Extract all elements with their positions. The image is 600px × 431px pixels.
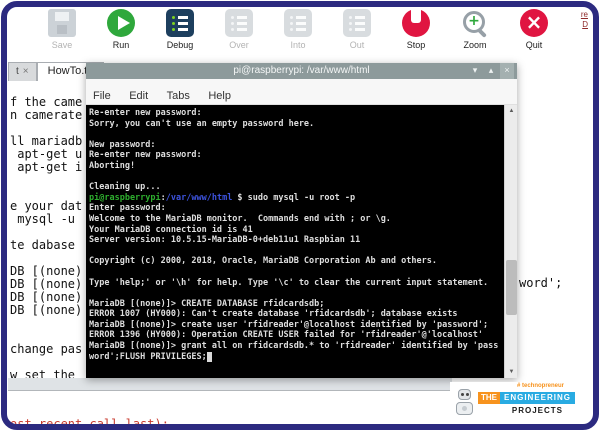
zoom-button[interactable]: Zoom	[458, 7, 492, 61]
terminal-line: word';FLUSH PRIVILEGES;	[89, 352, 501, 363]
pane-splitter[interactable]	[8, 378, 452, 391]
minimize-icon[interactable]: ▾	[468, 63, 482, 79]
terminal-menubar: File Edit Tabs Help	[86, 79, 517, 105]
editor-code-text[interactable]: f the came n camerate ll mariadb apt-get…	[10, 96, 82, 382]
terminal-line: Aborting!	[89, 161, 501, 172]
step-out-button[interactable]: Out	[340, 7, 374, 61]
run-icon	[107, 9, 135, 37]
scroll-down-icon[interactable]: ▼	[505, 366, 517, 378]
partial-link-text[interactable]: reD	[581, 10, 588, 30]
menu-help[interactable]: Help	[208, 90, 231, 102]
terminal-output[interactable]: ▲ ▼ Re-enter new password:Sorry, you can…	[86, 105, 517, 378]
step-into-icon	[284, 9, 312, 37]
save-button[interactable]: Save	[45, 7, 79, 61]
terminal-line: Server version: 10.5.15-MariaDB-0+deb11u…	[89, 235, 501, 246]
terminal-line: Sorry, you can't use an empty password h…	[89, 119, 501, 130]
terminal-line: Enter password:	[89, 203, 501, 214]
quit-button[interactable]: Quit	[517, 7, 551, 61]
step-over-icon	[225, 9, 253, 37]
step-into-button[interactable]: Into	[281, 7, 315, 61]
toolbar-button-label: Quit	[517, 40, 551, 50]
close-icon[interactable]: ×	[500, 63, 514, 79]
terminal-window: pi@raspberrypi: /var/www/html ▾ ▴ × File…	[86, 63, 517, 378]
toolbar-button-label: Over	[222, 40, 256, 50]
terminal-line	[89, 267, 501, 278]
terminal-line: Re-enter new password:	[89, 150, 501, 161]
terminal-line: MariaDB [(none)]> CREATE DATABASE rfidca…	[89, 299, 501, 310]
terminal-line	[89, 129, 501, 140]
terminal-line: Your MariaDB connection id is 41	[89, 225, 501, 236]
menu-file[interactable]: File	[93, 90, 111, 102]
menu-edit[interactable]: Edit	[129, 90, 148, 102]
tab-close-icon[interactable]: ×	[23, 66, 29, 77]
logo-engineering: ENGINEERING	[500, 392, 575, 404]
terminal-line	[89, 172, 501, 183]
scroll-up-icon[interactable]: ▲	[505, 105, 517, 117]
terminal-title: pi@raspberrypi: /var/www/html	[233, 65, 369, 76]
terminal-line: Copyright (c) 2000, 2018, Oracle, MariaD…	[89, 256, 501, 267]
run-button[interactable]: Run	[104, 7, 138, 61]
scrollbar-thumb[interactable]	[506, 260, 517, 315]
robot-icon	[454, 387, 476, 421]
toolbar-button-label: Run	[104, 40, 138, 50]
debug-button[interactable]: Debug	[163, 7, 197, 61]
menu-tabs[interactable]: Tabs	[167, 90, 190, 102]
save-icon	[48, 9, 76, 37]
partial-link-line1: re	[581, 10, 588, 19]
debug-icon	[166, 9, 194, 37]
terminal-line: Welcome to the MariaDB monitor. Commands…	[89, 214, 501, 225]
terminal-line	[89, 246, 501, 257]
stop-button[interactable]: Stop	[399, 7, 433, 61]
terminal-titlebar[interactable]: pi@raspberrypi: /var/www/html ▾ ▴ ×	[86, 63, 517, 79]
logo-the: THE	[478, 392, 500, 404]
zoom-icon	[461, 9, 489, 37]
terminal-line: ERROR 1396 (HY000): Operation CREATE USE…	[89, 330, 501, 341]
toolbar-button-label: Into	[281, 40, 315, 50]
terminal-line	[89, 288, 501, 299]
toolbar-button-label: Stop	[399, 40, 433, 50]
window-controls: ▾ ▴ ×	[468, 63, 514, 79]
terminal-line: MariaDB [(none)]> grant all on rfidcards…	[89, 341, 501, 352]
terminal-line: Cleaning up...	[89, 182, 501, 193]
engineering-projects-logo: # technopreneur THE ENGINEERING PROJECTS	[450, 382, 566, 425]
partial-link-line2: D	[582, 20, 588, 29]
terminal-line: pi@raspberrypi:/var/www/html $ sudo mysq…	[89, 193, 501, 204]
step-out-icon	[343, 9, 371, 37]
quit-icon	[520, 9, 548, 37]
terminal-line: MariaDB [(none)]> create user 'rfidreade…	[89, 320, 501, 331]
step-over-button[interactable]: Over	[222, 7, 256, 61]
terminal-line: New password:	[89, 140, 501, 151]
toolbar-button-label: Out	[340, 40, 374, 50]
tab-untitled[interactable]: t ×	[8, 62, 37, 81]
toolbar-button-label: Save	[45, 40, 79, 50]
screenshot-root: Save Run Debug Over Into Out Stop Zoom	[0, 0, 600, 431]
maximize-icon[interactable]: ▴	[484, 63, 498, 79]
tab-label: t	[16, 66, 19, 77]
terminal-scrollbar[interactable]: ▲ ▼	[504, 105, 517, 378]
terminal-line: Type 'help;' or '\h' for help. Type '\c'…	[89, 278, 501, 289]
toolbar-button-label: Zoom	[458, 40, 492, 50]
terminal-line: ERROR 1007 (HY000): Can't create databas…	[89, 309, 501, 320]
thonny-toolbar: Save Run Debug Over Into Out Stop Zoom	[8, 7, 592, 61]
logo-wordmark: THE ENGINEERING	[478, 392, 575, 404]
stop-icon	[402, 9, 430, 37]
editor-code-fragment: word';	[519, 277, 562, 290]
logo-tagline: # technopreneur	[517, 383, 564, 389]
toolbar-button-label: Debug	[163, 40, 197, 50]
terminal-line: Re-enter new password:	[89, 108, 501, 119]
logo-projects: PROJECTS	[512, 406, 563, 415]
